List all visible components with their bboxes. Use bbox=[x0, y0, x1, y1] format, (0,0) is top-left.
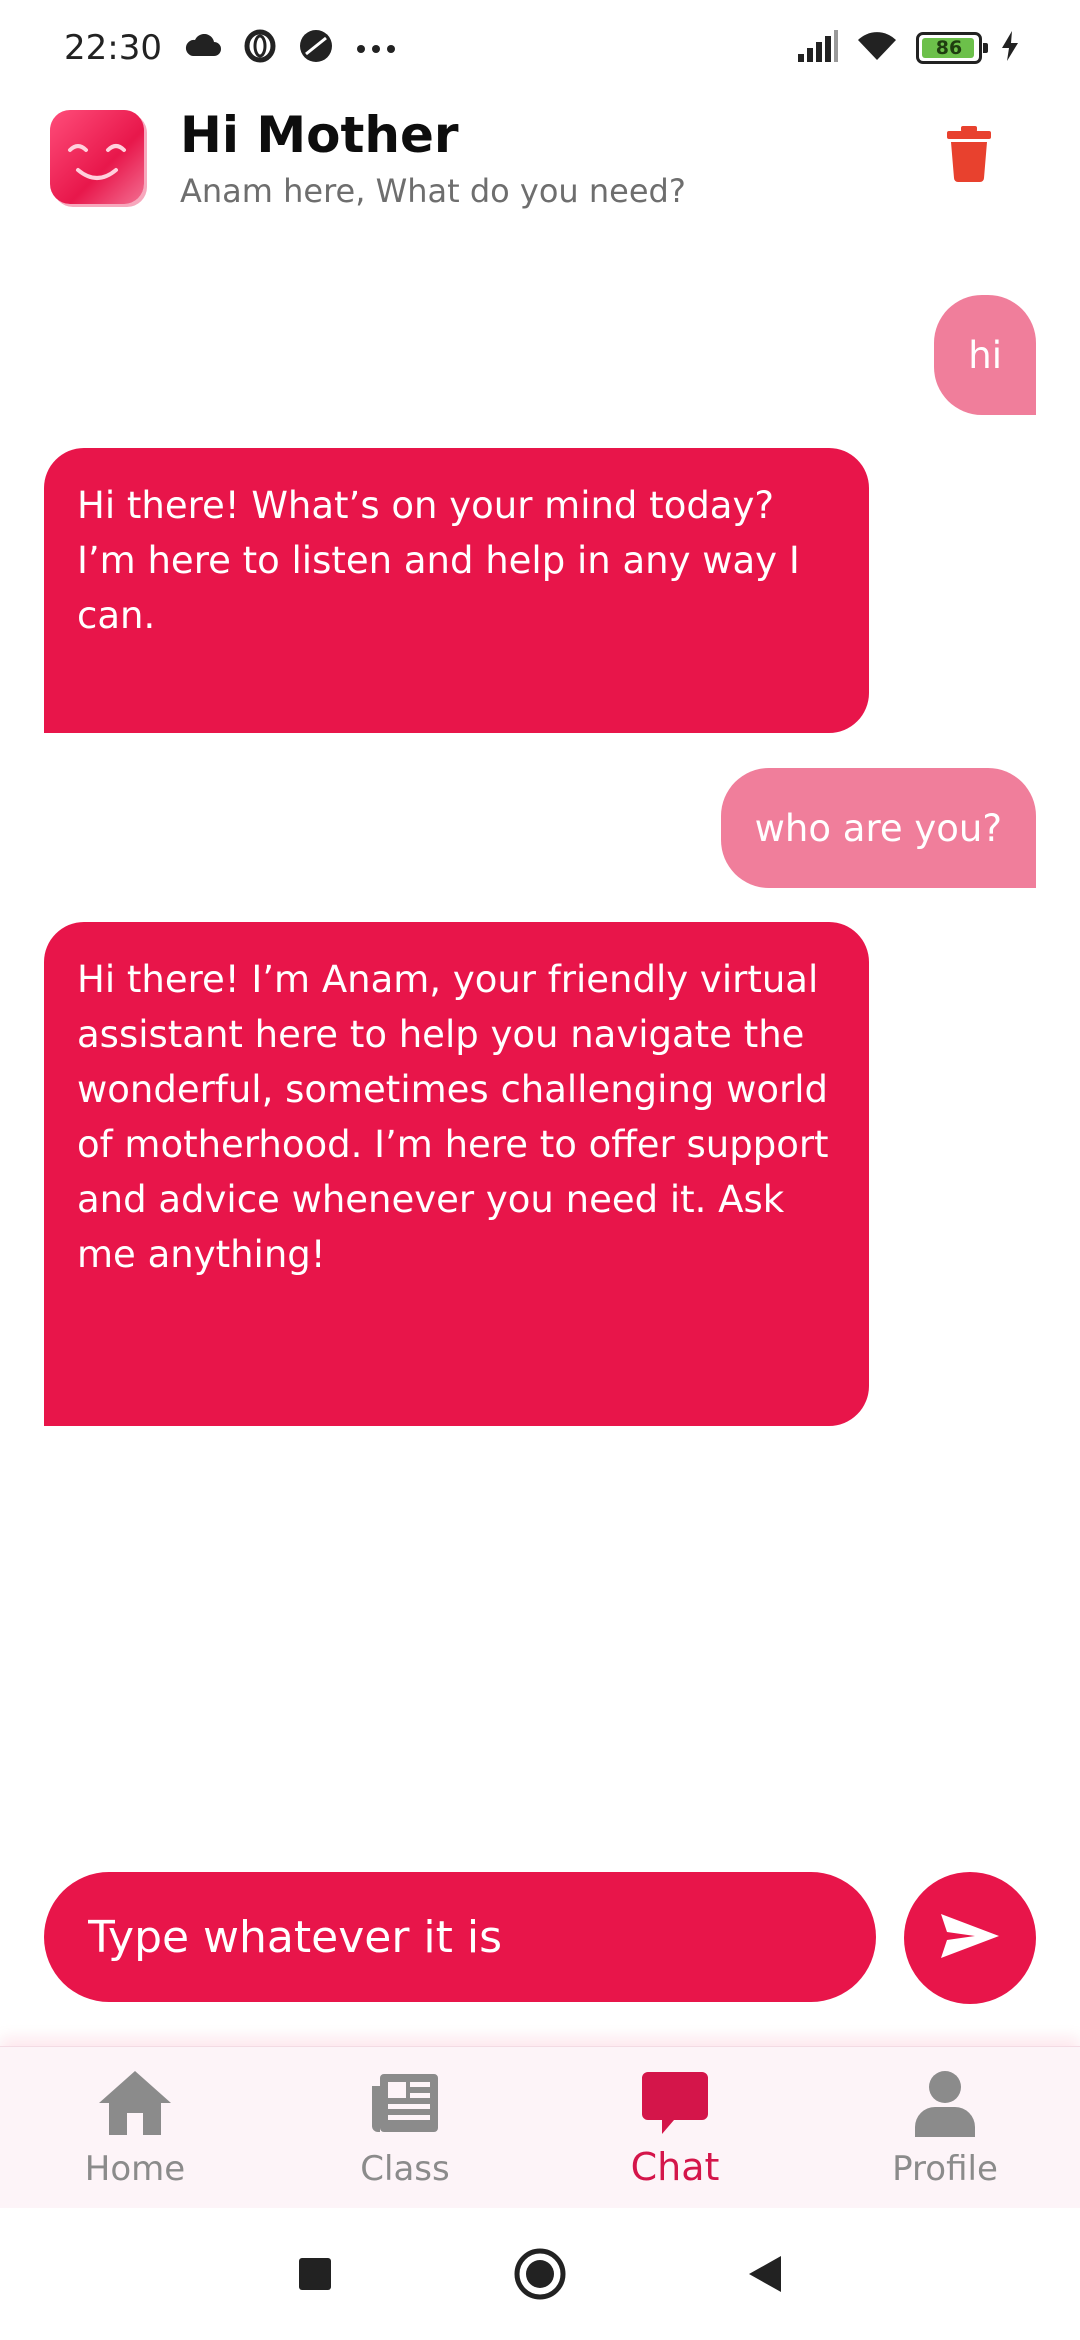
send-icon bbox=[939, 1912, 1001, 1964]
user-message: who are you? bbox=[720, 768, 1036, 888]
message-text: Hi there! I’m Anam, your friendly virtua… bbox=[77, 958, 829, 1276]
cloud-icon bbox=[184, 33, 222, 62]
send-button[interactable] bbox=[904, 1872, 1036, 2004]
nav-label-home: Home bbox=[84, 2149, 186, 2189]
opera-icon bbox=[244, 29, 276, 67]
nav-item-class[interactable]: Class bbox=[270, 2047, 540, 2208]
system-nav-bar bbox=[0, 2208, 1080, 2340]
status-time: 22:30 bbox=[64, 28, 162, 68]
assistant-message: Hi there! What’s on your mind today? I’m… bbox=[44, 448, 869, 733]
message-text: hi bbox=[968, 333, 1002, 377]
message-input[interactable] bbox=[88, 1911, 832, 1963]
person-icon bbox=[907, 2067, 983, 2139]
nav-label-class: Class bbox=[360, 2149, 450, 2189]
app-screen: 22:30 86 Hi Mother Anam here, What do yo… bbox=[0, 0, 1080, 2340]
status-left: 22:30 bbox=[64, 28, 396, 68]
status-bar: 22:30 86 bbox=[0, 0, 1080, 96]
nav-label-chat: Chat bbox=[630, 2145, 720, 2189]
newspaper-icon bbox=[367, 2067, 443, 2139]
home-system-button[interactable] bbox=[512, 2248, 568, 2304]
message-text: Hi there! What’s on your mind today? I’m… bbox=[77, 484, 800, 637]
home-icon bbox=[97, 2067, 173, 2139]
more-dots-icon bbox=[356, 39, 396, 58]
circle-home-icon bbox=[513, 2247, 567, 2305]
trash-icon bbox=[947, 126, 991, 186]
chat-message-list[interactable]: hi Hi there! What’s on your mind today? … bbox=[0, 260, 1080, 1860]
chat-header: Hi Mother Anam here, What do you need? bbox=[0, 100, 1080, 230]
message-text: who are you? bbox=[754, 806, 1002, 850]
back-triangle-icon bbox=[747, 2254, 783, 2298]
back-button[interactable] bbox=[737, 2248, 793, 2304]
wifi-icon bbox=[856, 30, 898, 66]
chat-bubble-icon bbox=[637, 2067, 713, 2139]
recents-button[interactable] bbox=[287, 2248, 343, 2304]
user-message: hi bbox=[934, 295, 1036, 415]
vpn-icon bbox=[298, 28, 334, 68]
nav-label-profile: Profile bbox=[892, 2149, 998, 2189]
nav-item-profile[interactable]: Profile bbox=[810, 2047, 1080, 2208]
page-title: Hi Mother bbox=[180, 106, 459, 164]
smiley-face-icon bbox=[50, 110, 144, 204]
assistant-message: Hi there! I’m Anam, your friendly virtua… bbox=[44, 922, 869, 1426]
signal-icon bbox=[798, 30, 838, 66]
bottom-nav: Home Class Chat Profile bbox=[0, 2046, 1080, 2208]
status-right: 86 bbox=[798, 30, 1020, 66]
square-icon bbox=[298, 2257, 332, 2295]
delete-chat-button[interactable] bbox=[940, 120, 998, 192]
battery-level: 86 bbox=[935, 37, 963, 59]
nav-item-chat[interactable]: Chat bbox=[540, 2047, 810, 2208]
charging-icon bbox=[1000, 31, 1020, 65]
page-subtitle: Anam here, What do you need? bbox=[180, 172, 686, 210]
nav-item-home[interactable]: Home bbox=[0, 2047, 270, 2208]
message-input-container bbox=[44, 1872, 876, 2002]
battery-icon: 86 bbox=[916, 32, 988, 64]
